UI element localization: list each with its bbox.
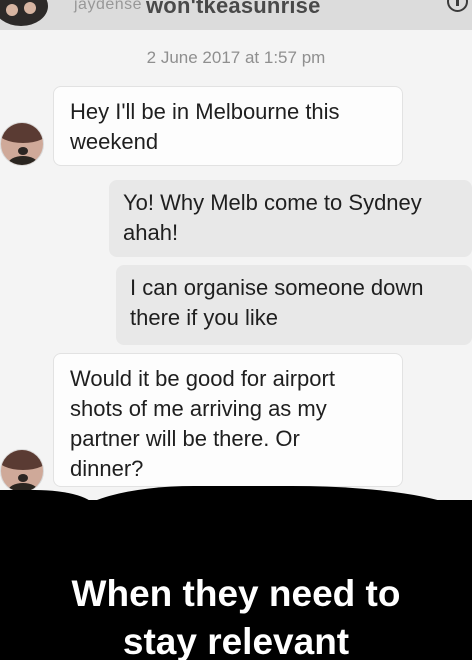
- header-overlay-text: won'tkeasunrise: [146, 0, 321, 18]
- sender-avatar[interactable]: [0, 122, 44, 166]
- info-icon[interactable]: [447, 0, 468, 12]
- sender-avatar[interactable]: [0, 449, 44, 493]
- avatar-shoulder: [8, 156, 38, 165]
- dm-conversation-screen: jaydense won'tkeasunrise 2 June 2017 at …: [0, 0, 472, 660]
- avatar-hair: [1, 123, 43, 143]
- incoming-message[interactable]: Would it be good for airport shots of me…: [53, 353, 403, 487]
- avatar-nose: [18, 147, 28, 155]
- avatar-face: [6, 4, 18, 16]
- header-username[interactable]: jaydense: [74, 0, 142, 14]
- avatar-hair: [1, 450, 43, 470]
- message-timestamp: 2 June 2017 at 1:57 pm: [146, 48, 326, 67]
- avatar-nose: [18, 474, 28, 482]
- conversation-header: jaydense won'tkeasunrise: [0, 0, 472, 30]
- caption-text: When they need to stay relevant: [71, 573, 401, 660]
- avatar-face-two: [24, 2, 36, 14]
- header-avatar[interactable]: [0, 0, 48, 26]
- caption-band-curve: [74, 486, 472, 520]
- outgoing-message[interactable]: Yo! Why Melb come to Sydney ahah!: [109, 180, 472, 257]
- incoming-message[interactable]: Hey I'll be in Melbourne this weekend: [53, 86, 403, 166]
- caption-band-edge: [0, 490, 95, 508]
- outgoing-message[interactable]: I can organise someone down there if you…: [116, 265, 472, 345]
